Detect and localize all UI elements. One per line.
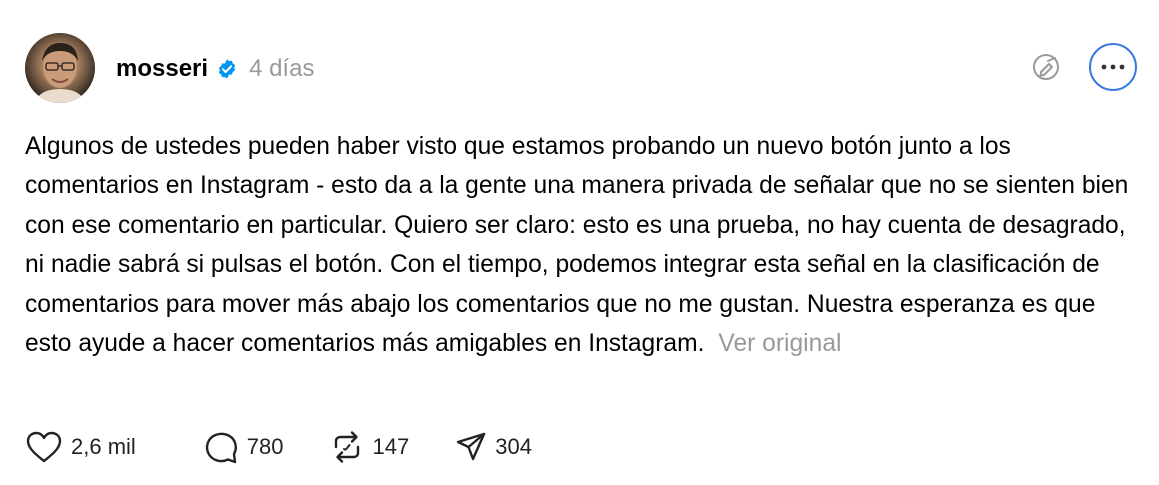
translate-icon <box>1033 54 1059 80</box>
post-timestamp: 4 días <box>249 55 315 82</box>
comment-button[interactable]: 780 <box>203 429 284 465</box>
post-text: Algunos de ustedes pueden haber visto qu… <box>25 133 1129 358</box>
repost-icon <box>334 431 359 463</box>
comment-icon <box>205 432 237 464</box>
heart-icon <box>26 431 62 463</box>
share-icon <box>457 432 486 461</box>
share-button[interactable]: 304 <box>455 431 532 463</box>
more-options-button[interactable] <box>1089 43 1137 91</box>
verified-badge-icon <box>218 59 236 79</box>
share-count: 304 <box>495 434 532 459</box>
comment-count: 780 <box>246 434 284 459</box>
repost-count: 147 <box>372 434 410 459</box>
post-body: Algunos de ustedes pueden haber visto qu… <box>25 127 1135 363</box>
action-bar: 2,6 mil 780 147 304 <box>25 427 532 467</box>
avatar-photo <box>35 43 85 103</box>
translate-button[interactable] <box>1027 48 1065 86</box>
like-button[interactable]: 2,6 mil <box>25 430 136 464</box>
more-icon <box>1101 64 1125 70</box>
post-header: mosseri 4 días <box>116 50 314 88</box>
repost-button[interactable]: 147 <box>329 429 410 465</box>
username-link[interactable]: mosseri <box>116 55 208 83</box>
see-original-link[interactable]: Ver original <box>718 330 841 357</box>
avatar[interactable] <box>25 33 95 103</box>
like-count: 2,6 mil <box>71 434 136 459</box>
